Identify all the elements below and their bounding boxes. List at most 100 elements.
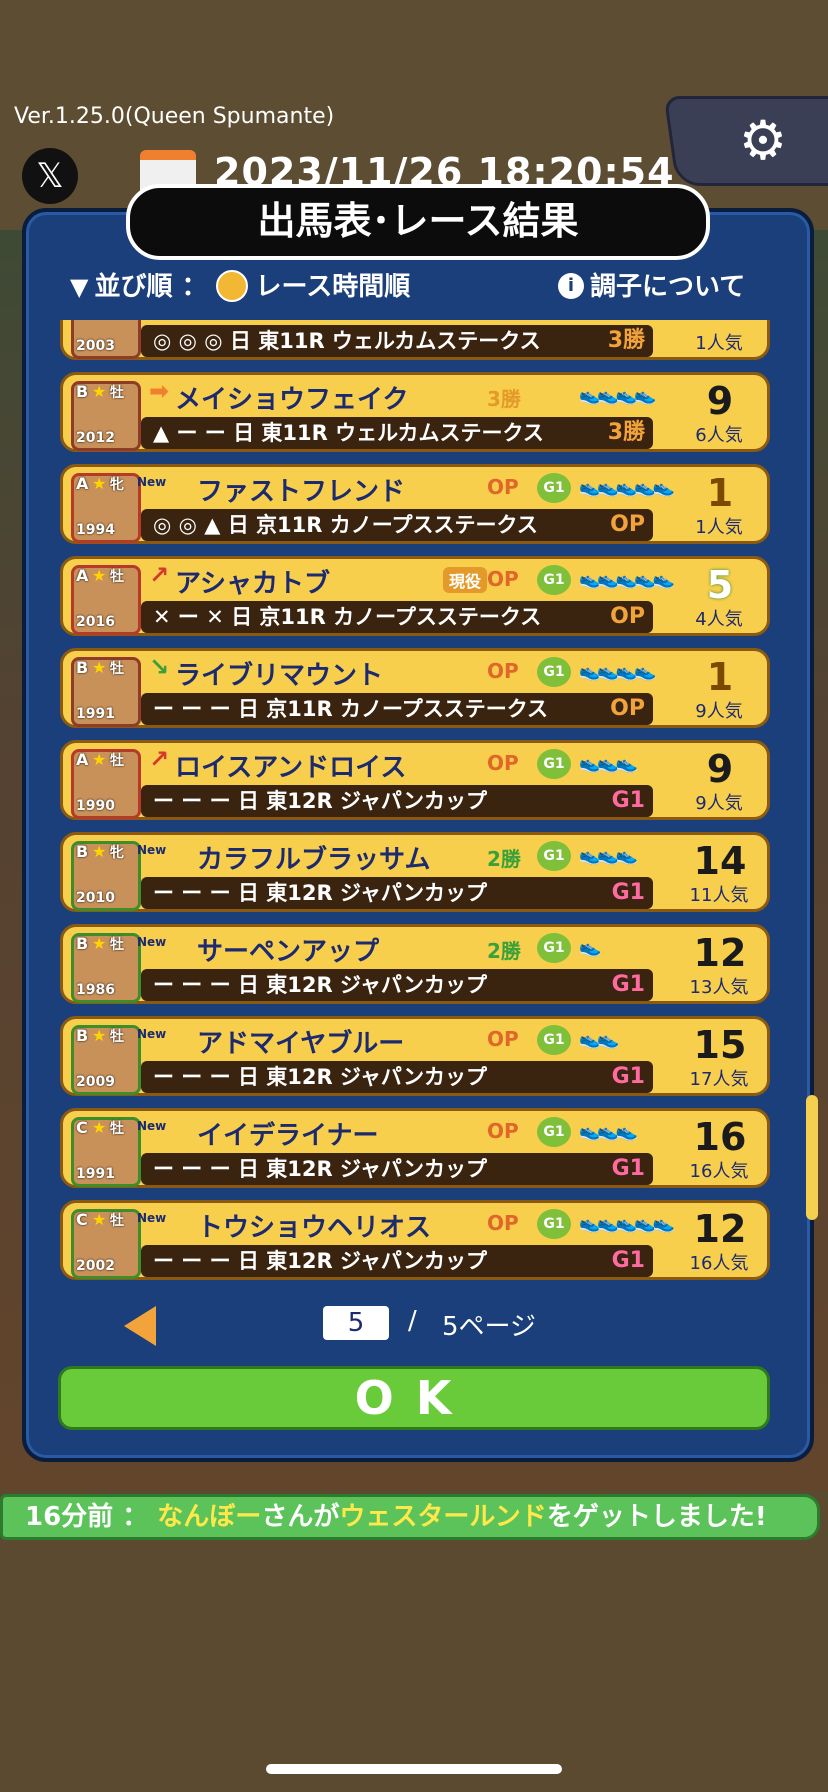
horse-portrait: A ★ 牡 2016	[71, 565, 141, 635]
finish-rank: 1	[706, 471, 734, 515]
ok-button[interactable]: OK	[58, 1366, 770, 1430]
horseshoe-icon: 👟👟👟👟👟	[579, 1213, 675, 1234]
g1-wreath-icon: G1	[537, 841, 571, 871]
horse-name: サーペンアップ	[197, 937, 380, 967]
pager: 5 / 5ページ	[0, 1302, 828, 1348]
race-grade-badge: OP	[610, 696, 645, 721]
condition-arrow-icon: ↗	[149, 561, 170, 589]
popularity: 17人気	[689, 1069, 749, 1090]
horse-name: ライブリマウント	[175, 661, 384, 691]
horseshoe-icon: 👟👟👟👟	[579, 661, 657, 682]
home-indicator[interactable]	[266, 1764, 562, 1774]
popularity: 13人気	[689, 977, 749, 998]
condition-help-label: 調子について	[590, 272, 746, 302]
sort-label: 並び順 ：	[94, 272, 208, 302]
horse-sex: 牡	[110, 661, 124, 677]
race-info: ✕ ー ✕ 日 京11R カノープスステークス OP	[141, 601, 653, 633]
popularity: 1人気	[695, 333, 743, 354]
race-text: ▲ ー ー 日 東11R ウェルカムステークス	[153, 421, 544, 445]
horse-row[interactable]: B ★ 牝 2010 New カラフルブラッサム 2勝 G1 👟👟👟 ー ー ー 日 東…	[60, 832, 770, 912]
race-grade-badge: 3勝	[607, 328, 645, 353]
g1-wreath-icon: G1	[537, 565, 571, 595]
g1-wreath-icon: G1	[537, 1117, 571, 1147]
horse-list[interactable]: ★ 2003 ◎ ◎ ◎ 日 東11R ウェルカムステークス 3勝 1人気 B …	[60, 320, 770, 1280]
horse-portrait: C ★ 牡 1991	[71, 1117, 141, 1187]
horse-sex: 牡	[110, 753, 124, 769]
horse-sex: 牡	[110, 1121, 124, 1137]
page-total: 5ページ	[442, 1312, 537, 1342]
popularity: 9人気	[695, 793, 743, 814]
new-tag: New	[137, 935, 167, 949]
page-input[interactable]: 5	[323, 1306, 389, 1340]
finish-rank: 14	[693, 839, 747, 883]
scrollbar[interactable]	[806, 1095, 818, 1220]
horse-portrait: B ★ 牡 2009	[71, 1025, 141, 1095]
prev-page-icon[interactable]	[124, 1306, 156, 1346]
star-icon: ★	[92, 750, 107, 769]
horse-row[interactable]: B ★ 牡 2009 New アドマイヤブルー OP G1 👟👟 ー ー ー 日 東12…	[60, 1016, 770, 1096]
horse-grade: B	[76, 1026, 89, 1045]
horse-row[interactable]: B ★ 牡 1991 ↘ ライブリマウント OP G1 👟👟👟👟 ー ー ー 日 京11…	[60, 648, 770, 728]
sort-control[interactable]: ▼ 並び順 ： レース時間順	[70, 266, 410, 304]
race-text: ◎ ◎ ▲ 日 京11R カノープスステークス	[153, 513, 538, 537]
finish-rank: 15	[693, 1023, 747, 1067]
star-icon: ★	[92, 382, 107, 401]
popularity: 6人気	[695, 425, 743, 446]
horse-class: OP	[487, 1211, 519, 1235]
horse-year: 2010	[76, 890, 115, 906]
star-icon: ★	[92, 658, 107, 677]
star-icon: ★	[92, 1210, 107, 1229]
race-grade-badge: G1	[611, 1064, 645, 1089]
active-tag: 現役	[443, 567, 488, 593]
g1-wreath-icon: G1	[537, 1025, 571, 1055]
horse-year: 2003	[76, 338, 115, 354]
horse-grade: B	[76, 934, 89, 953]
horse-row[interactable]: ★ 2003 ◎ ◎ ◎ 日 東11R ウェルカムステークス 3勝 1人気	[60, 320, 770, 360]
horse-sex: 牝	[110, 845, 124, 861]
condition-help-button[interactable]: i 調子について	[558, 266, 745, 303]
race-grade-badge: G1	[611, 972, 645, 997]
star-icon: ★	[92, 566, 107, 585]
horse-row[interactable]: C ★ 牡 2002 New トウショウヘリオス OP G1 👟👟👟👟👟 ー ー ー 日…	[60, 1200, 770, 1280]
horse-row[interactable]: A ★ 牡 2016 ↗ アシャカトブ 現役 OP G1 👟👟👟👟👟 ✕ ー ✕ 日 京1…	[60, 556, 770, 636]
new-tag: New	[137, 1027, 167, 1041]
horse-row[interactable]: C ★ 牡 1991 New イイデライナー OP G1 👟👟👟 ー ー ー 日 東12…	[60, 1108, 770, 1188]
horseshoe-icon: 👟	[579, 937, 602, 958]
horse-row[interactable]: A ★ 牝 1994 New ファストフレンド OP G1 👟👟👟👟👟 ◎ ◎ ▲ 日 …	[60, 464, 770, 544]
popularity: 4人気	[695, 609, 743, 630]
modal-title: 出馬表･レース結果	[126, 184, 710, 260]
race-info: ー ー ー 日 東12R ジャパンカップ G1	[141, 877, 653, 909]
x-share-button[interactable]: 𝕏	[22, 148, 78, 204]
new-tag: New	[137, 1211, 167, 1225]
finish-rank: 12	[693, 931, 747, 975]
horse-grade: A	[76, 566, 89, 585]
horseshoe-icon: 👟👟👟👟👟	[579, 569, 675, 590]
condition-arrow-icon: ↗	[149, 745, 170, 773]
horse-row[interactable]: A ★ 牡 1990 ↗ ロイスアンドロイス OP G1 👟👟👟 ー ー ー 日 東12…	[60, 740, 770, 820]
ticker-item: ウェスタールンド	[339, 1502, 547, 1532]
g1-wreath-icon: G1	[537, 473, 571, 503]
race-grade-badge: G1	[611, 880, 645, 905]
race-text: ー ー ー 日 東12R ジャパンカップ	[153, 881, 487, 905]
horse-class: OP	[487, 567, 519, 591]
race-text: ◎ ◎ ◎ 日 東11R ウェルカムステークス	[153, 329, 541, 353]
new-tag: New	[137, 475, 167, 489]
horseshoe-icon: 👟👟	[579, 1029, 620, 1050]
condition-arrow-icon: ➡	[149, 377, 170, 405]
finish-rank: 1	[706, 655, 734, 699]
ticker-mid: さんが	[261, 1502, 340, 1532]
horse-portrait: B ★ 牡 2012	[71, 381, 141, 451]
horse-name: トウショウヘリオス	[197, 1213, 432, 1243]
gear-icon[interactable]: ⚙	[733, 111, 793, 171]
horse-class: OP	[487, 751, 519, 775]
race-grade-badge: G1	[611, 1248, 645, 1273]
race-info: ー ー ー 日 京11R カノープスステークス OP	[141, 693, 653, 725]
horse-portrait: A ★ 牝 1994	[71, 473, 141, 543]
horse-row[interactable]: B ★ 牡 1986 New サーペンアップ 2勝 G1 👟 ー ー ー 日 東12R …	[60, 924, 770, 1004]
race-text: ✕ ー ✕ 日 京11R カノープスステークス	[153, 605, 542, 629]
popularity: 16人気	[689, 1253, 749, 1274]
horse-name: カラフルブラッサム	[197, 845, 431, 875]
popularity: 1人気	[695, 517, 743, 538]
horse-row[interactable]: B ★ 牡 2012 ➡ メイショウフェイク 3勝 👟👟👟👟 ▲ ー ー 日 東11R…	[60, 372, 770, 452]
g1-wreath-icon: G1	[537, 1209, 571, 1239]
